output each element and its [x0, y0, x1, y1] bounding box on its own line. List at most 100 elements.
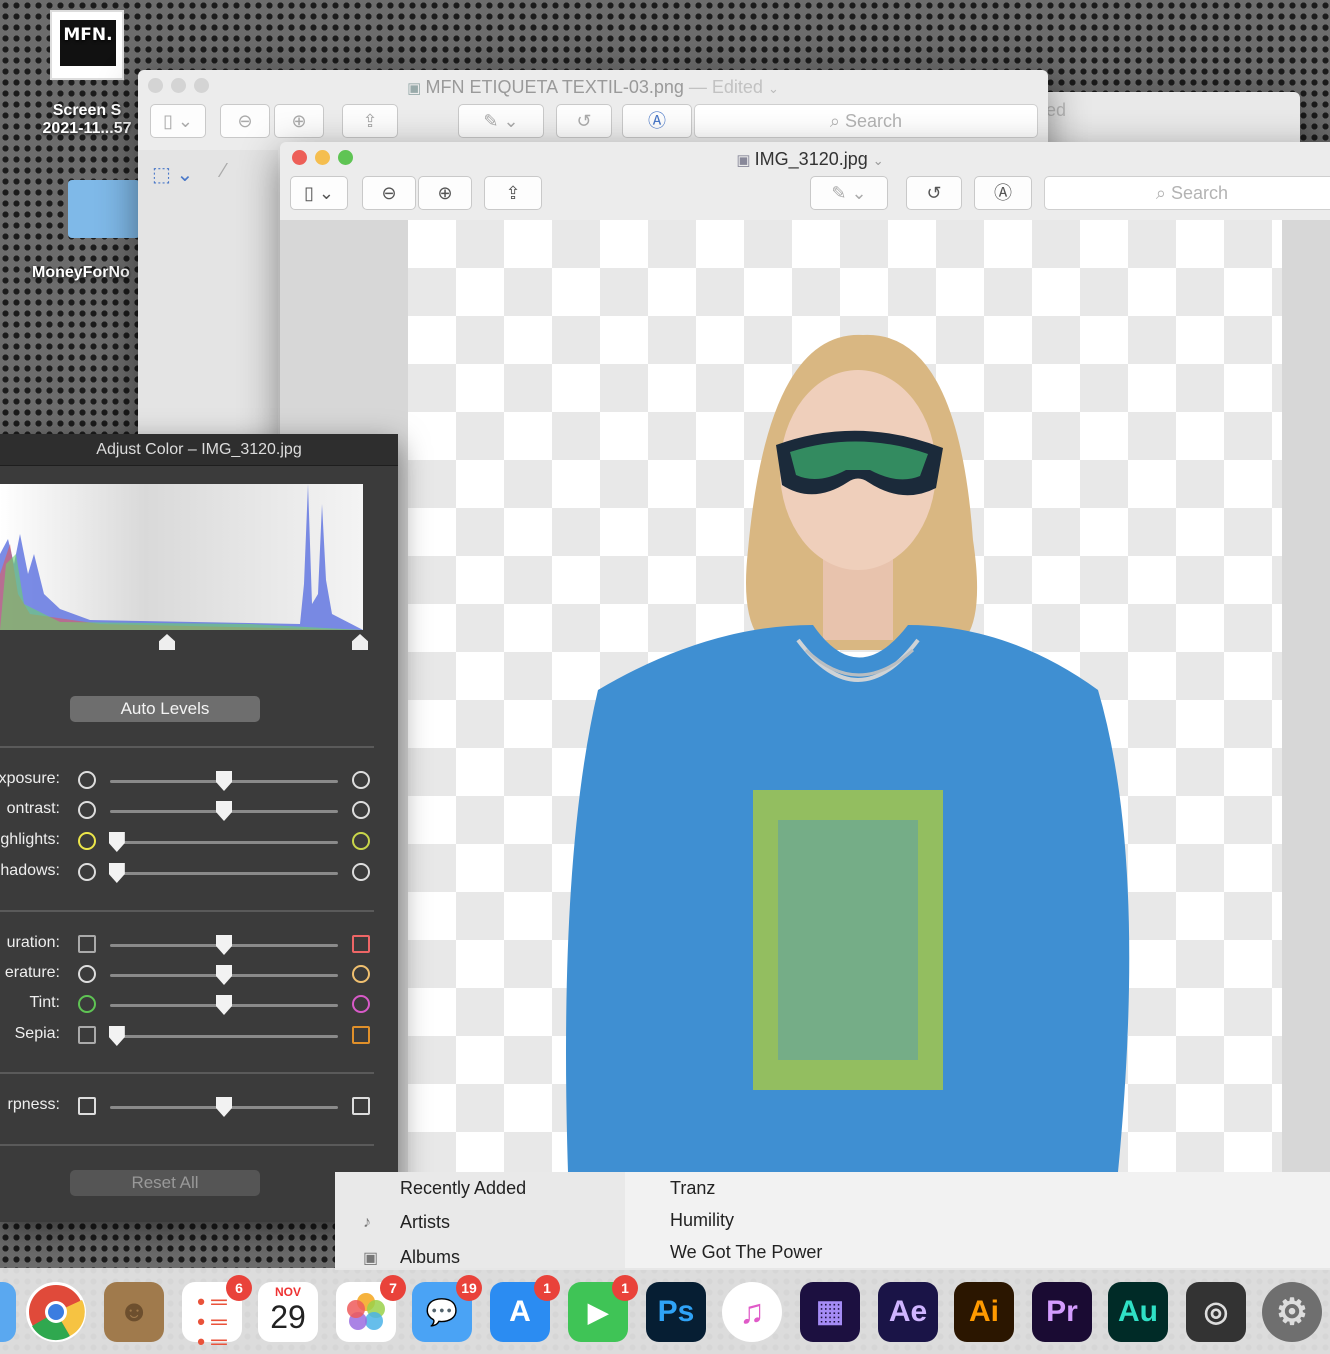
file-icon: ▣ — [736, 152, 755, 169]
image-canvas[interactable] — [408, 220, 1282, 1172]
share-button[interactable]: ⇪ — [342, 104, 398, 138]
zoom-out-button[interactable]: ⊖ — [362, 176, 416, 210]
rotate-button[interactable]: ↺ — [556, 104, 612, 138]
close-button[interactable] — [292, 150, 307, 165]
zoom-out-button[interactable]: ⊖ — [220, 104, 270, 138]
highlights-high-icon — [352, 832, 370, 850]
music-sidebar-item-albums[interactable]: Albums — [400, 1247, 460, 1268]
adjust-slider-track[interactable] — [110, 872, 338, 875]
dock-system-preferences[interactable]: ⚙ — [1262, 1282, 1322, 1342]
adjust-row-label: uration: — [6, 934, 60, 951]
music-window[interactable]: Recently Added ♪ Artists ▣ Albums Tranz … — [335, 1172, 1330, 1270]
contrast-low-icon — [78, 801, 96, 819]
saturation-low-icon — [78, 935, 96, 953]
tint-green-icon — [78, 995, 96, 1013]
adjust-slider-knob[interactable] — [216, 965, 232, 985]
panel-title: Adjust Color – IMG_3120.jpg — [0, 434, 398, 466]
dock-after-effects[interactable]: Ae — [878, 1282, 938, 1342]
adjust-slider-track[interactable] — [110, 841, 338, 844]
dock-audition[interactable]: Au — [1108, 1282, 1168, 1342]
adjust-row-label: hadows: — [0, 862, 60, 879]
zoom-in-button[interactable]: ⊕ — [274, 104, 324, 138]
markup-pen-button[interactable]: ✎ ⌄ — [810, 176, 888, 210]
sharpness-low-icon — [78, 1097, 96, 1115]
divider — [0, 746, 374, 748]
sidebar-toggle-button[interactable]: ▯ ⌄ — [150, 104, 206, 138]
reset-all-button[interactable]: Reset All — [70, 1170, 260, 1196]
temperature-warm-icon — [352, 965, 370, 983]
shadows-high-icon — [352, 863, 370, 881]
adjust-slider-knob[interactable] — [108, 863, 125, 883]
song-row[interactable]: We Got The Power — [670, 1242, 822, 1263]
back-search-placeholder: Search — [845, 111, 903, 131]
instant-alpha-icon[interactable]: ⁄ — [222, 160, 225, 183]
preview-window-front[interactable]: ▣ IMG_3120.jpg ⌄ ▯ ⌄ ⊖ ⊕ ⇪ ✎ ⌄ ↺ Ⓐ ⌕ Sea… — [280, 142, 1330, 1182]
rect-selection-icon[interactable]: ⬚ ⌄ — [152, 162, 193, 187]
histogram — [0, 484, 363, 630]
song-row[interactable]: Tranz — [670, 1178, 715, 1199]
front-search-placeholder: Search — [1171, 183, 1229, 203]
adjust-slider-knob[interactable] — [108, 1026, 125, 1046]
shadows-icon — [78, 863, 96, 881]
dock-contacts[interactable]: ☻ — [104, 1282, 164, 1342]
front-window-title: IMG_3120.jpg — [754, 149, 868, 169]
song-row[interactable]: Humility — [670, 1210, 734, 1231]
rotate-button[interactable]: ↺ — [906, 176, 962, 210]
dock-messages[interactable]: 💬 19 — [412, 1275, 482, 1342]
dock-disk-utility[interactable]: ◎ — [1186, 1282, 1246, 1342]
close-button[interactable] — [148, 78, 163, 93]
sidebar-toggle-button[interactable]: ▯ ⌄ — [290, 176, 348, 210]
highlights-icon — [78, 832, 96, 850]
folder-icon — [68, 180, 140, 238]
minimize-button[interactable] — [171, 78, 186, 93]
white-point-slider[interactable] — [352, 634, 368, 650]
dock-reminders[interactable]: • ═ • ═ • ═ 6 — [182, 1275, 252, 1353]
zoom-button[interactable] — [194, 78, 209, 93]
search-icon: ⌕ — [1155, 183, 1172, 203]
adjust-slider-knob[interactable] — [216, 771, 232, 791]
dock-app-store[interactable]: A 1 — [490, 1275, 560, 1342]
adjust-slider-knob[interactable] — [216, 935, 232, 955]
dock-chrome[interactable] — [26, 1282, 86, 1342]
reminders-badge: 6 — [226, 1275, 252, 1301]
markup-pen-button[interactable]: ✎ ⌄ — [458, 104, 544, 138]
annotate-button[interactable]: Ⓐ — [622, 104, 692, 138]
chevron-down-icon[interactable]: ⌄ — [768, 81, 779, 96]
music-sidebar-item-recently-added[interactable]: Recently Added — [400, 1178, 526, 1199]
adjust-slider-knob[interactable] — [216, 995, 232, 1015]
mfn-logo: MFN. — [60, 20, 116, 66]
dock-music[interactable]: ♫ — [722, 1282, 782, 1342]
annotate-button[interactable]: Ⓐ — [974, 176, 1032, 210]
zoom-in-button[interactable]: ⊕ — [418, 176, 472, 210]
calendar-month: NOV — [274, 1285, 301, 1299]
back-search-field[interactable]: ⌕ Search — [694, 104, 1038, 138]
dock-photos[interactable]: 7 — [336, 1275, 406, 1342]
auto-levels-button[interactable]: Auto Levels — [70, 696, 260, 722]
adjust-slider-knob[interactable] — [108, 832, 125, 852]
dock-photoshop[interactable]: Ps — [646, 1282, 706, 1342]
screenshot-thumbnail: MFN. — [50, 10, 124, 80]
search-icon: ⌕ — [829, 111, 846, 131]
black-point-slider[interactable] — [159, 634, 175, 650]
dock-finder-partial[interactable] — [0, 1282, 16, 1342]
chevron-down-icon[interactable]: ⌄ — [873, 153, 884, 168]
adjust-slider-track[interactable] — [110, 1035, 338, 1038]
front-search-field[interactable]: ⌕ Search — [1044, 176, 1330, 210]
share-button[interactable]: ⇪ — [484, 176, 542, 210]
dock-illustrator[interactable]: Ai — [954, 1282, 1014, 1342]
dock-premiere[interactable]: Pr — [1032, 1282, 1092, 1342]
chrome-icon — [29, 1285, 85, 1341]
divider — [0, 910, 374, 912]
adjust-color-panel[interactable]: Adjust Color – IMG_3120.jpg Auto Levels … — [0, 434, 398, 1222]
dock-media-encoder[interactable]: ▦ — [800, 1282, 860, 1342]
desktop-file-screenshot[interactable]: MFN. Screen S 2021-11...57 — [22, 10, 152, 138]
dock-calendar[interactable]: NOV 29 — [258, 1282, 318, 1342]
music-sidebar-item-artists[interactable]: Artists — [400, 1212, 450, 1233]
zoom-button[interactable] — [338, 150, 353, 165]
front-titlebar: ▣ IMG_3120.jpg ⌄ — [280, 142, 1330, 176]
adjust-slider-knob[interactable] — [216, 801, 232, 821]
traffic-lights — [148, 70, 217, 104]
adjust-slider-knob[interactable] — [216, 1097, 232, 1117]
minimize-button[interactable] — [315, 150, 330, 165]
dock-facetime[interactable]: ▶ 1 — [568, 1275, 638, 1342]
